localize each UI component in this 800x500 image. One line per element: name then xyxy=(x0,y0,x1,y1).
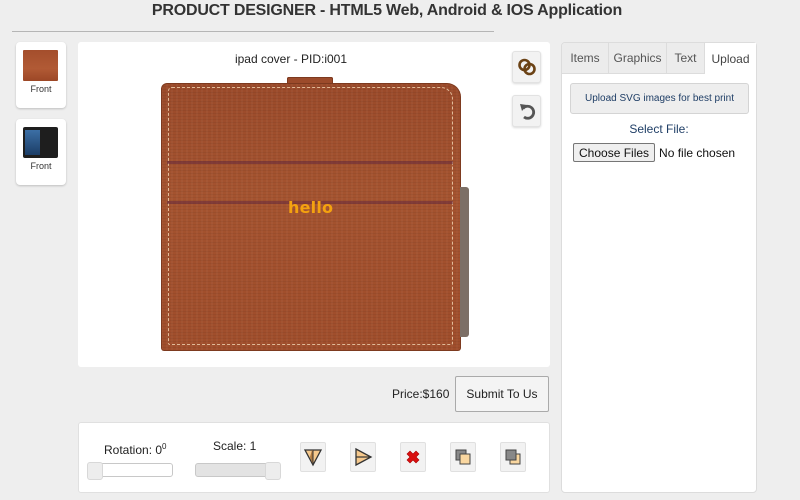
send-backward-icon xyxy=(505,449,521,465)
submit-button[interactable]: Submit To Us xyxy=(455,376,549,412)
rotation-slider-handle[interactable] xyxy=(87,462,103,480)
rotation-label: Rotation: 00 xyxy=(104,442,167,457)
view-thumbnail-front-2[interactable]: Front xyxy=(16,119,66,185)
price-label: Price:$160 xyxy=(392,387,450,401)
tab-items[interactable]: Items xyxy=(562,43,609,74)
title-divider xyxy=(12,31,494,32)
file-input[interactable]: Choose Files No file chosen xyxy=(573,143,735,162)
scale-label: Scale: 1 xyxy=(213,439,257,453)
sidebar-tabs: Items Graphics Text Upload xyxy=(562,43,756,74)
tab-graphics[interactable]: Graphics xyxy=(609,43,667,74)
flip-horizontal-icon xyxy=(355,447,373,467)
choose-files-button[interactable]: Choose Files xyxy=(573,143,656,162)
link-button[interactable] xyxy=(512,51,541,83)
ipad-case-thumbnail xyxy=(23,127,58,158)
product-title: ipad cover - PID:i001 xyxy=(234,52,348,66)
scale-slider-handle[interactable] xyxy=(265,462,281,480)
flip-vertical-button[interactable] xyxy=(300,442,326,472)
select-file-label: Select File: xyxy=(629,122,689,136)
tools-sidebar: Items Graphics Text Upload Upload SVG im… xyxy=(561,42,757,493)
rotation-slider[interactable] xyxy=(87,462,173,480)
app-title: PRODUCT DESIGNER - HTML5 Web, Android & … xyxy=(151,2,623,19)
delete-icon xyxy=(406,450,420,464)
send-backward-button[interactable] xyxy=(500,442,526,472)
bring-forward-icon xyxy=(455,449,471,465)
rotate-icon xyxy=(519,104,535,120)
scale-slider[interactable] xyxy=(195,462,281,480)
upload-svg-button[interactable]: Upload SVG images for best print xyxy=(570,83,749,114)
flip-vertical-icon xyxy=(303,449,323,467)
design-text-element[interactable]: hello xyxy=(288,198,333,217)
view-label: Front xyxy=(30,84,52,94)
bring-forward-button[interactable] xyxy=(450,442,476,472)
delete-button[interactable] xyxy=(400,442,426,472)
tab-upload[interactable]: Upload xyxy=(705,43,756,74)
rotate-button[interactable] xyxy=(512,95,541,127)
tab-text[interactable]: Text xyxy=(667,43,705,74)
flip-horizontal-button[interactable] xyxy=(350,442,376,472)
link-icon xyxy=(517,58,536,76)
view-label: Front xyxy=(30,161,52,171)
file-status: No file chosen xyxy=(659,145,736,160)
